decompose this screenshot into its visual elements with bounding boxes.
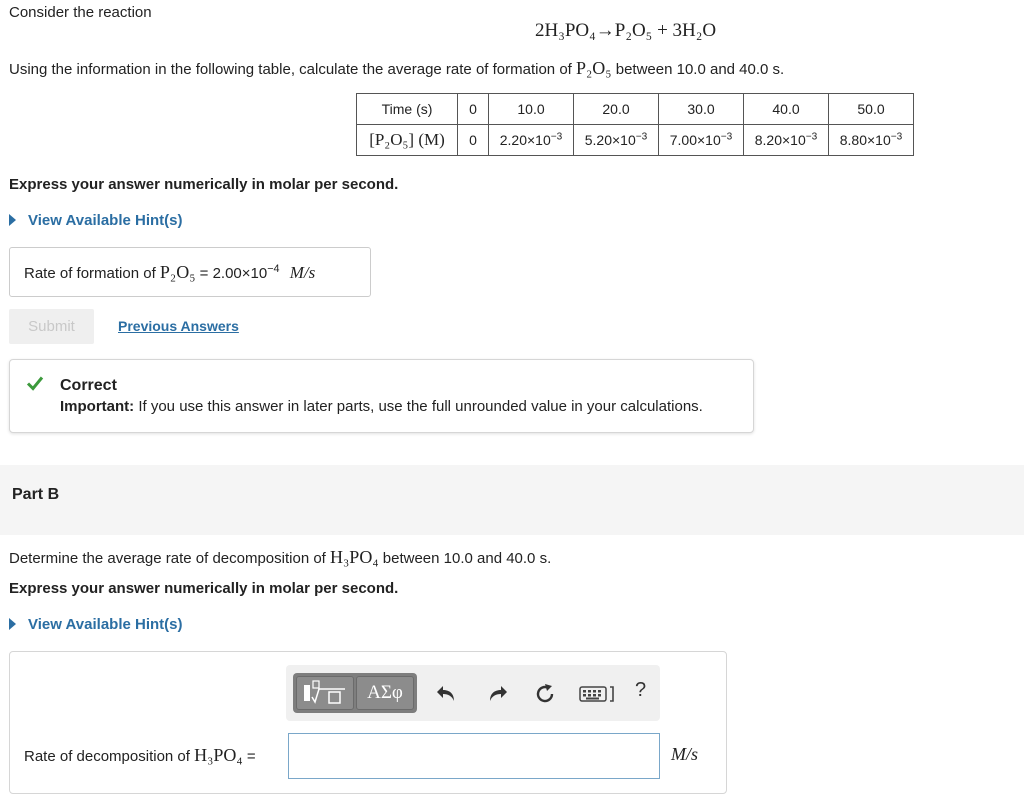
table-cell: 20.0 [573,93,659,125]
submit-button[interactable]: Submit [9,309,94,344]
answer-label: Rate of formation of [24,265,156,282]
table-cell: 40.0 [743,93,829,125]
reset-icon[interactable] [532,681,558,707]
play-triangle-icon [9,618,16,630]
answer-unit-b: M/s [671,744,698,764]
instruction-tail: between 10.0 and 40.0 s. [615,61,785,78]
templates-icon [304,680,345,704]
table-cell: 8.80×10−3 [828,124,914,156]
redo-icon[interactable] [484,681,510,707]
answer-box-b: ΑΣφ ? Rate of decomposition of H₃PO₄ = M… [9,651,727,794]
answer-box-a: Rate of formation of P₂O₅ = 2.00×10−4 M/… [9,247,371,297]
part-b-header[interactable]: Part B [0,465,1024,535]
part-b-label: Part B [12,486,60,503]
express-instruction-b: Express your answer numerically in molar… [9,580,399,597]
table-cell: 7.00×10−3 [658,124,744,156]
table-cell: 5.20×10−3 [573,124,659,156]
answer-label-b: Rate of decomposition of H₃PO₄ = [24,745,256,765]
product-p2o5: P₂O₅ [614,20,653,41]
undo-icon[interactable] [434,681,460,707]
math-toolbar: ΑΣφ ? [286,665,660,721]
hint-link-b[interactable]: View Available Hint(s) [9,616,183,633]
table-cell: 8.20×10−3 [743,124,829,156]
rate-input[interactable] [288,733,660,779]
table-cell: 30.0 [658,93,744,125]
hint-link-a[interactable]: View Available Hint(s) [9,212,183,229]
answer-value: 2.00×10−4 [212,263,280,282]
arrow: → [595,20,615,41]
part-a-instructions: Using the information in the following t… [9,58,784,79]
table-row: [P₂O₅] (M) 0 2.20×10−3 5.20×10−3 7.00×10… [356,124,914,156]
instruction-text: Using the information in the following t… [9,61,572,78]
equals-sign: = [199,265,209,282]
intro-text: Consider the reaction [9,4,152,21]
table-row: Time (s) 0 10.0 20.0 30.0 40.0 50.0 [356,93,914,125]
reaction-equation: 2H₃PO₄→P₂O₅ + 3H₂O [535,20,716,42]
concentration-table: Time (s) 0 10.0 20.0 30.0 40.0 50.0 [P₂O… [356,93,914,156]
answer-unit: M/s [289,263,316,282]
table-cell: 0 [457,124,489,156]
question-text: Determine the average rate of decomposit… [9,550,326,567]
reactant: 2H₃PO₄ [535,20,596,41]
templates-button[interactable] [296,676,354,710]
previous-answers-link[interactable]: Previous Answers [118,318,239,334]
question-tail: between 10.0 and 40.0 s. [382,550,552,567]
table-cell: 2.20×10−3 [488,124,574,156]
part-b-question: Determine the average rate of decomposit… [9,547,551,568]
question-species: H₃PO₄ [330,547,379,567]
feedback-message: Important: If you use this answer in lat… [60,398,703,415]
feedback-box: Correct Important: If you use this answe… [9,359,754,433]
concentration-header: [P₂O₅] (M) [356,124,458,156]
express-instruction-a: Express your answer numerically in molar… [9,176,399,193]
symbols-button[interactable]: ΑΣφ [356,676,414,710]
play-triangle-icon [9,214,16,226]
plus-sign: + [657,20,668,41]
feedback-title: Correct [60,377,117,394]
table-cell: 10.0 [488,93,574,125]
product-water: 3H₂O [672,20,717,41]
table-cell: 50.0 [828,93,914,125]
help-icon[interactable]: ? [635,679,646,702]
checkmark-icon [26,376,44,391]
keyboard-icon[interactable] [579,683,619,705]
instruction-species: P₂O₅ [576,58,612,78]
time-header: Time (s) [356,93,458,125]
table-cell: 0 [457,93,489,125]
answer-species: P₂O₅ [159,262,196,282]
toolbar-button-group: ΑΣφ [293,673,417,713]
